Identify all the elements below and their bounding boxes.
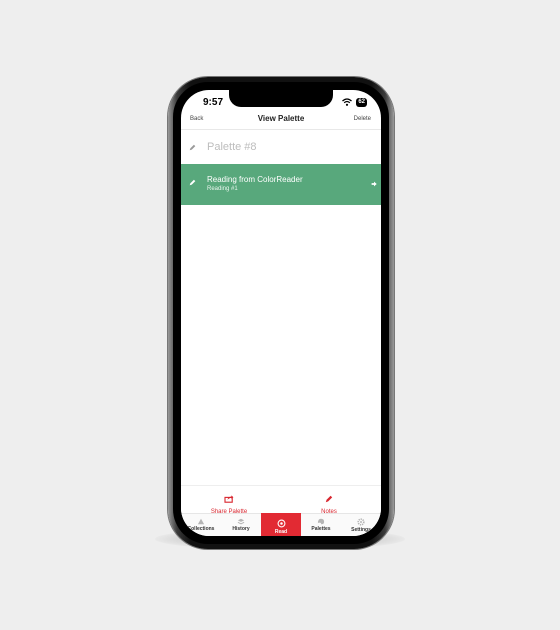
action-bar: Share Palette Notes: [181, 485, 381, 515]
battery-icon: 62: [356, 97, 367, 107]
collections-icon: [197, 518, 205, 525]
phone-screen: 9:57 62 Back View Palette Delete Palette…: [181, 90, 381, 536]
tab-label: History: [232, 526, 250, 532]
navigation-bar: Back View Palette Delete: [181, 112, 381, 128]
palettes-icon: [317, 518, 325, 525]
pencil-icon: [189, 144, 196, 151]
share-palette-button[interactable]: Share Palette: [189, 490, 269, 515]
notes-button[interactable]: Notes: [289, 490, 369, 515]
pencil-icon: [325, 495, 333, 503]
read-icon: [277, 519, 285, 528]
notch: [229, 90, 333, 107]
palette-name: Palette #8: [207, 141, 257, 153]
tab-label: Collections: [187, 526, 215, 532]
page-title: View Palette: [257, 114, 305, 123]
settings-icon: [357, 518, 365, 526]
tab-collections[interactable]: Collections: [181, 514, 221, 536]
status-icons: 62: [342, 97, 367, 107]
phone-frame: 9:57 62 Back View Palette Delete Palette…: [168, 77, 394, 549]
reading-row[interactable]: Reading from ColorReader Reading #1: [181, 164, 381, 205]
reading-subtitle: Reading #1: [207, 186, 238, 192]
history-icon: [237, 518, 245, 525]
divider: [181, 129, 381, 130]
tab-bar: Collections History Read Palettes Settin…: [181, 513, 381, 536]
tab-label: Read: [274, 529, 288, 535]
tab-label: Settings: [351, 527, 371, 533]
arrow-right-icon[interactable]: [371, 181, 377, 187]
delete-button[interactable]: Delete: [354, 116, 371, 122]
wifi-icon: [342, 98, 353, 106]
status-time: 9:57: [203, 97, 224, 108]
pencil-icon: [189, 179, 196, 186]
tab-read[interactable]: Read: [261, 513, 301, 536]
tab-label: Palettes: [311, 526, 331, 532]
tab-palettes[interactable]: Palettes: [301, 514, 341, 536]
tab-settings[interactable]: Settings: [341, 514, 381, 536]
reading-title: Reading from ColorReader: [207, 175, 303, 184]
tab-history[interactable]: History: [221, 514, 261, 536]
palette-name-row[interactable]: Palette #8: [181, 135, 381, 161]
share-icon: [224, 495, 234, 503]
